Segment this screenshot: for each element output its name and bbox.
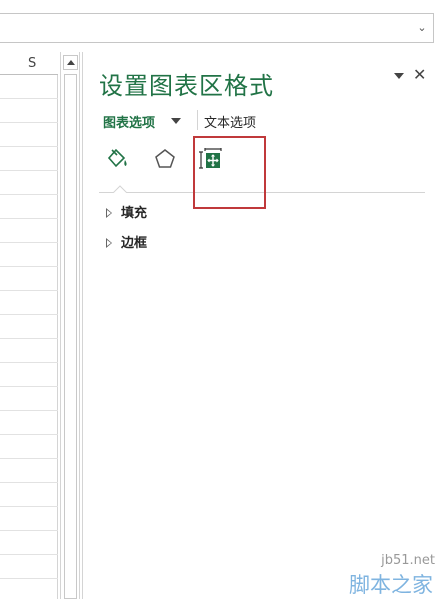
format-chart-area-pane: 设置图表区格式 ✕ 图表选项 文本选项 填充 边框 [82,52,439,599]
worksheet-grid[interactable]: S [0,52,58,599]
tab-chart-options[interactable]: 图表选项 [103,112,155,131]
column-header-label: S [28,56,37,71]
highlight-box [193,136,266,209]
tab-text-options[interactable]: 文本选项 [204,112,256,131]
pane-title: 设置图表区格式 [99,72,274,100]
tab-separator [197,110,198,130]
watermark: jb51.net 脚本之家 [300,545,439,599]
watermark-name: 脚本之家 [349,573,433,597]
expand-arrow-icon [106,208,112,218]
scroll-up-icon[interactable] [63,55,78,70]
vertical-scrollbar[interactable] [60,52,80,599]
expand-arrow-icon [106,238,112,248]
effects-icon[interactable] [153,147,177,171]
section-border[interactable]: 边框 [106,232,148,251]
close-icon[interactable]: ✕ [413,66,426,84]
fill-line-icon[interactable] [105,147,131,173]
watermark-url: jb51.net [381,553,435,568]
scroll-thumb[interactable] [64,74,77,599]
formula-bar-area: ⌄ [0,0,439,44]
section-label: 填充 [121,206,148,221]
selected-tab-pointer [113,185,127,193]
chevron-down-icon[interactable] [171,118,181,124]
grid-rows [0,75,58,599]
formula-bar[interactable]: ⌄ [0,13,434,43]
pane-options-icon[interactable] [393,70,405,82]
formula-expand-icon[interactable]: ⌄ [415,21,429,35]
section-label: 边框 [121,236,148,251]
section-fill[interactable]: 填充 [106,202,148,221]
column-header[interactable]: S [0,52,58,75]
